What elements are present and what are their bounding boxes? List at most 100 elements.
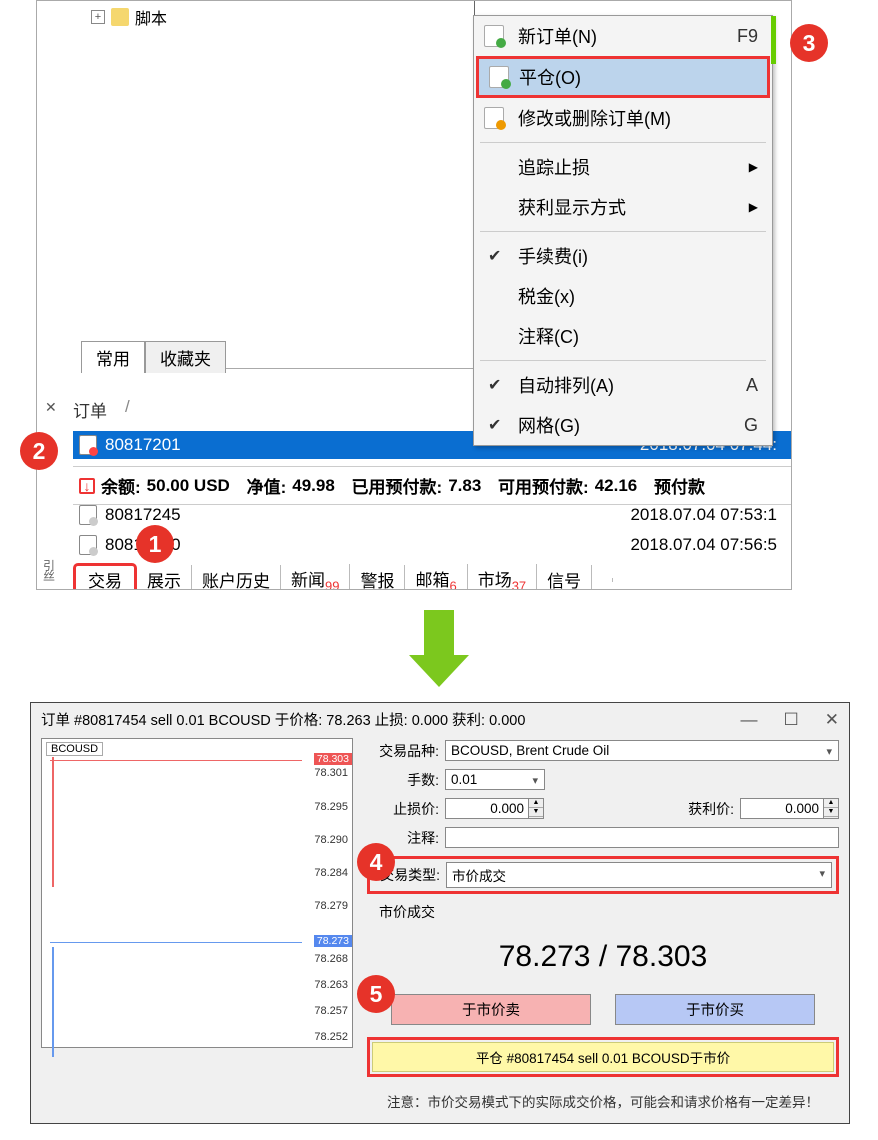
order-icon — [79, 435, 97, 455]
callout-2: 2 — [20, 432, 58, 470]
sell-button[interactable]: 于市价卖 — [391, 994, 591, 1025]
tree-item-scripts[interactable]: + 脚本 — [81, 1, 474, 33]
menu-separator — [480, 231, 766, 232]
submenu-arrow-icon: ▶ — [749, 160, 758, 174]
menu-label: 网格(G) — [518, 412, 580, 438]
buy-button[interactable]: 于市价买 — [615, 994, 815, 1025]
type-select[interactable]: 市价成交 ▾ — [446, 862, 832, 888]
tab-favorites[interactable]: 收藏夹 — [145, 341, 226, 373]
tab-badge: 6 — [449, 578, 456, 590]
tp-value[interactable]: 0.000 — [740, 798, 824, 819]
menu-auto-arrange[interactable]: ✔ 自动排列(A) A — [474, 365, 772, 405]
tab-trade[interactable]: 交易 — [73, 563, 137, 590]
callout-4: 4 — [357, 843, 395, 881]
tick-label: 78.290 — [314, 834, 348, 846]
order-id: 80817245 — [105, 505, 181, 525]
menu-shortcut: F9 — [737, 26, 758, 47]
tick-label: 78.279 — [314, 900, 348, 912]
tab-common[interactable]: 常用 — [81, 341, 145, 373]
volume-select[interactable]: 0.01 ▾ — [445, 769, 545, 790]
menu-separator — [480, 142, 766, 143]
equity-value: 49.98 — [292, 476, 335, 496]
dialog-title-text: 订单 #80817454 sell 0.01 BCOUSD 于价格: 78.26… — [41, 709, 525, 730]
sl-stepper[interactable]: 0.000 ▲▼ — [445, 798, 544, 819]
maximize-icon[interactable]: ☐ — [784, 710, 799, 730]
tick-trace — [52, 757, 54, 1041]
tab-mail[interactable]: 邮箱6 — [405, 564, 467, 590]
chevron-down-icon: ▾ — [532, 774, 538, 787]
close-position-icon — [489, 66, 509, 88]
ask-line — [50, 760, 302, 761]
order-icon — [79, 535, 97, 555]
prepay-label: 预付款 — [654, 473, 705, 498]
menu-comment[interactable]: 注释(C) — [474, 316, 772, 356]
tab-news[interactable]: 新闻99 — [281, 564, 350, 590]
close-icon[interactable]: ✕ — [825, 710, 839, 730]
check-icon: ✔ — [488, 375, 501, 395]
menu-label: 税金(x) — [518, 283, 575, 309]
menu-grid[interactable]: ✔ 网格(G) G — [474, 405, 772, 445]
submenu-arrow-icon: ▶ — [749, 200, 758, 214]
close-order-highlight: 平仓 #80817454 sell 0.01 BCOUSD于市价 — [367, 1037, 839, 1077]
sl-label: 止损价: — [367, 799, 439, 819]
menu-close-position[interactable]: 平仓(O) — [476, 56, 770, 98]
step-down-icon[interactable]: ▼ — [824, 808, 838, 817]
minimize-icon[interactable]: — — [741, 710, 758, 730]
mode-label: 市价成交 — [367, 902, 839, 922]
tab-more[interactable] — [592, 578, 613, 582]
menu-shortcut: G — [744, 415, 758, 436]
navigator-tabs: 常用 收藏夹 — [81, 341, 226, 373]
tick-label: 78.284 — [314, 867, 348, 879]
orders-header-label: 订单 — [73, 397, 107, 422]
navigator-tree: + 脚本 — [81, 1, 475, 369]
order-context-menu: 新订单(N) F9 平仓(O) 修改或删除订单(M) 追踪止损 ▶ 获利显示方式… — [473, 15, 773, 446]
tick-label: 78.268 — [314, 953, 348, 965]
sl-value[interactable]: 0.000 — [445, 798, 529, 819]
tab-badge: 99 — [325, 578, 339, 590]
menu-label: 追踪止损 — [518, 154, 590, 180]
order-row[interactable]: 80817250 2018.07.04 07:56:5 — [73, 531, 791, 559]
menu-label: 手续费(i) — [518, 243, 588, 269]
orders-column-header[interactable]: 订单 / — [73, 397, 130, 422]
symbol-select[interactable]: BCOUSD, Brent Crude Oil ▾ — [445, 740, 839, 761]
close-panel-icon[interactable]: ✕ — [45, 399, 57, 416]
menu-label: 新订单(N) — [518, 23, 597, 49]
sort-indicator-icon: / — [125, 397, 130, 422]
balance-icon: ↓ — [79, 478, 95, 494]
tp-stepper[interactable]: 0.000 ▲▼ — [740, 798, 839, 819]
tp-label: 获利价: — [674, 799, 734, 819]
margin-label: 已用预付款: — [352, 473, 443, 498]
symbol-value: BCOUSD, Brent Crude Oil — [451, 743, 609, 758]
menu-trailing-stop[interactable]: 追踪止损 ▶ — [474, 147, 772, 187]
tab-display[interactable]: 展示 — [137, 565, 192, 590]
step-down-icon[interactable]: ▼ — [529, 808, 543, 817]
comment-input[interactable] — [445, 827, 839, 848]
tree-expand-icon[interactable]: + — [91, 10, 105, 24]
menu-new-order[interactable]: 新订单(N) F9 — [474, 16, 772, 56]
terminal-tabs: 交易 展示 账户历史 新闻99 警报 邮箱6 市场37 信号 — [73, 563, 613, 590]
dialog-titlebar[interactable]: 订单 #80817454 sell 0.01 BCOUSD 于价格: 78.26… — [41, 709, 839, 730]
menu-tax[interactable]: 税金(x) — [474, 276, 772, 316]
menu-label: 获利显示方式 — [518, 194, 626, 220]
tab-market[interactable]: 市场37 — [468, 564, 537, 590]
tab-history[interactable]: 账户历史 — [192, 565, 281, 590]
tab-alerts[interactable]: 警报 — [350, 565, 405, 590]
menu-modify-order[interactable]: 修改或删除订单(M) — [474, 98, 772, 138]
chevron-down-icon: ▾ — [826, 745, 832, 758]
check-icon: ✔ — [488, 415, 501, 435]
menu-commission[interactable]: ✔ 手续费(i) — [474, 236, 772, 276]
step-up-icon[interactable]: ▲ — [824, 799, 838, 808]
menu-label: 注释(C) — [518, 323, 579, 349]
resize-handle-icon[interactable]: 引丝 — [43, 561, 55, 581]
order-id: 80817201 — [105, 435, 181, 455]
menu-profit-display[interactable]: 获利显示方式 ▶ — [474, 187, 772, 227]
equity-label: 净值: — [247, 473, 287, 498]
step-up-icon[interactable]: ▲ — [529, 799, 543, 808]
close-order-button[interactable]: 平仓 #80817454 sell 0.01 BCOUSD于市价 — [372, 1042, 834, 1072]
menu-label: 修改或删除订单(M) — [518, 105, 671, 131]
tab-signals[interactable]: 信号 — [537, 565, 592, 590]
new-order-icon — [484, 25, 504, 47]
market-warning-note: 注意：市价交易模式下的实际成交价格，可能会和请求价格有一定差异！ — [367, 1091, 839, 1111]
order-row[interactable]: 80817245 2018.07.04 07:53:1 — [73, 501, 791, 529]
type-value: 市价成交 — [452, 869, 506, 884]
